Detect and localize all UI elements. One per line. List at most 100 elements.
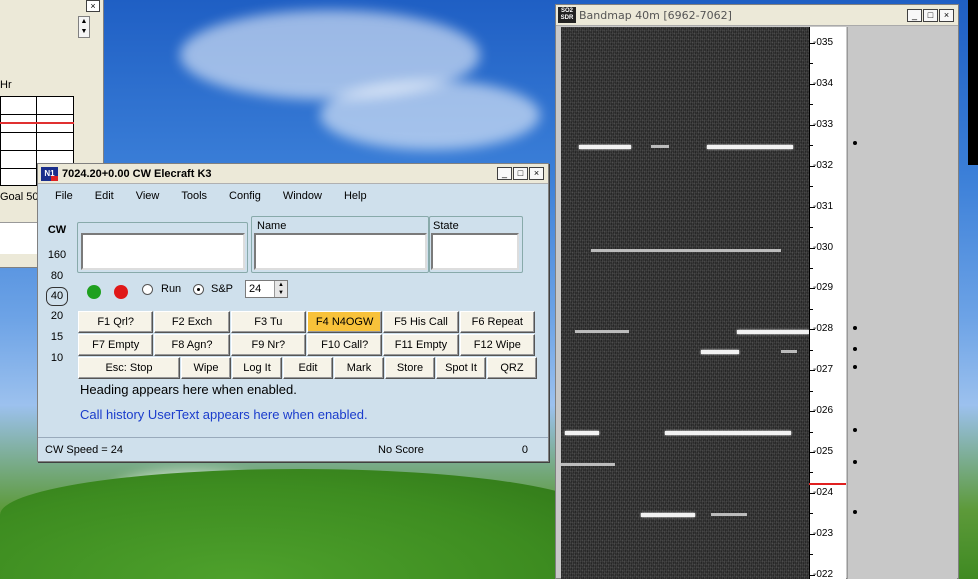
fkey-f11[interactable]: F11 Empty — [383, 334, 459, 356]
waterfall-display[interactable] — [561, 27, 809, 579]
cw-signal-trace — [707, 145, 793, 149]
bandmap-titlebar[interactable]: SO2 SDR Bandmap 40m [6962-7062] _ □ × — [556, 5, 958, 26]
cw-signal-trace — [701, 350, 739, 354]
band-15[interactable]: 15 — [42, 327, 72, 348]
run-label: Run — [161, 283, 182, 295]
score-status: No Score — [378, 443, 424, 456]
scale-minor-tick — [810, 349, 813, 351]
menu-config[interactable]: Config — [218, 190, 272, 202]
wipe-button[interactable]: Wipe — [181, 357, 231, 379]
call-input[interactable] — [81, 233, 245, 270]
esc-stop-button[interactable]: Esc: Stop — [78, 357, 180, 379]
band-40[interactable]: 40 — [46, 287, 68, 306]
scale-minor-tick — [810, 63, 813, 65]
mark-button[interactable]: Mark — [334, 357, 384, 379]
scale-minor-tick — [810, 390, 813, 392]
fkey-row-2: F7 Empty F8 Agn? F9 Nr? F10 Call? F11 Em… — [78, 334, 536, 356]
menu-file[interactable]: File — [38, 190, 84, 202]
close-icon[interactable]: × — [529, 167, 544, 180]
entry-window-titlebar[interactable]: N1 7024.20+0.00 CW Elecraft K3 _ □ × — [38, 164, 548, 184]
cw-signal-trace — [591, 249, 781, 252]
name-label: Name — [257, 220, 287, 232]
fkey-f3[interactable]: F3 Tu — [230, 311, 306, 333]
scale-minor-tick — [810, 513, 813, 515]
cw-signal-trace — [651, 145, 669, 148]
spot-column[interactable] — [847, 27, 957, 579]
scale-minor-tick — [810, 267, 813, 269]
green-led-icon — [87, 285, 101, 299]
spot-dot — [853, 428, 857, 432]
state-input[interactable] — [431, 233, 519, 270]
fkey-f2[interactable]: F2 Exch — [154, 311, 230, 333]
band-selector: CW 160 80 40 20 15 10 — [42, 224, 72, 369]
close-icon[interactable]: × — [939, 9, 954, 22]
band-10[interactable]: 10 — [42, 348, 72, 369]
fkey-f5[interactable]: F5 His Call — [383, 311, 459, 333]
count-status: 0 — [521, 443, 528, 456]
scale-minor-tick — [810, 145, 813, 147]
store-button[interactable]: Store — [385, 357, 435, 379]
fkey-f4[interactable]: F4 N4OGW — [306, 311, 383, 333]
goal-line — [0, 122, 74, 124]
cloud — [320, 80, 540, 150]
fkey-f12[interactable]: F12 Wipe — [459, 334, 535, 356]
fkey-f9[interactable]: F9 Nr? — [230, 334, 306, 356]
entry-window[interactable]: N1 7024.20+0.00 CW Elecraft K3 _ □ × Fil… — [37, 163, 549, 462]
spinner-arrows-icon[interactable]: ▲ ▼ — [274, 281, 287, 297]
scale-label: -028 — [813, 323, 834, 335]
bandmap-window-controls: _ □ × — [907, 9, 954, 22]
fkey-f1[interactable]: F1 Qrl? — [78, 311, 154, 333]
menu-edit[interactable]: Edit — [84, 190, 125, 202]
bandmap-title: Bandmap 40m [6962-7062] — [579, 8, 732, 22]
minimize-icon[interactable]: _ — [907, 9, 922, 22]
band-80[interactable]: 80 — [42, 266, 72, 287]
name-input[interactable] — [254, 233, 427, 270]
scale-minor-tick — [810, 472, 813, 474]
edit-button[interactable]: Edit — [283, 357, 333, 379]
window-title: 7024.20+0.00 CW Elecraft K3 — [62, 167, 212, 180]
menu-window[interactable]: Window — [272, 190, 333, 202]
bandmap-window[interactable]: SO2 SDR Bandmap 40m [6962-7062] _ □ × -0… — [555, 4, 959, 579]
spot-dot — [853, 365, 857, 369]
desktop-hill — [0, 469, 600, 579]
function-keys: F1 Qrl? F2 Exch F3 Tu F4 N4OGW F5 His Ca… — [78, 311, 537, 380]
menu-bar: File Edit View Tools Config Window Help — [38, 186, 378, 206]
goal-label: Goal 50 — [0, 191, 39, 203]
fkey-f7[interactable]: F7 Empty — [78, 334, 154, 356]
log-it-button[interactable]: Log It — [232, 357, 282, 379]
qrz-button[interactable]: QRZ — [487, 357, 537, 379]
maximize-icon[interactable]: □ — [513, 167, 528, 180]
scale-label: -026 — [813, 405, 834, 417]
fkey-f6[interactable]: F6 Repeat — [459, 311, 535, 333]
call-history-text: Call history UserText appears here when … — [80, 407, 368, 422]
menu-view[interactable]: View — [125, 190, 171, 202]
band-20[interactable]: 20 — [42, 306, 72, 327]
run-radio[interactable] — [142, 284, 153, 295]
scale-minor-tick — [810, 186, 813, 188]
speed-value: 24 — [249, 283, 262, 295]
spot-dot — [853, 347, 857, 351]
maximize-icon[interactable]: □ — [923, 9, 938, 22]
status-bar: CW Speed = 24 No Score 0 — [38, 437, 548, 461]
scale-label: -025 — [813, 446, 834, 457]
sp-radio[interactable] — [193, 284, 204, 295]
scale-label: -031 — [813, 200, 834, 212]
scale-minor-tick — [810, 431, 813, 433]
menu-tools[interactable]: Tools — [170, 190, 218, 202]
close-icon[interactable]: × — [86, 0, 100, 12]
cw-signal-trace — [561, 463, 615, 466]
fkey-f8[interactable]: F8 Agn? — [154, 334, 230, 356]
speed-spinner[interactable]: 24 ▲ ▼ — [245, 280, 288, 298]
spot-dot — [853, 460, 857, 464]
spinner-control[interactable]: ▲ ▼ — [78, 16, 90, 38]
window-controls: _ □ × — [497, 167, 544, 180]
menu-help[interactable]: Help — [333, 190, 378, 202]
minimize-icon[interactable]: _ — [497, 167, 512, 180]
cw-signal-trace — [737, 330, 809, 334]
scale-minor-tick — [810, 308, 813, 310]
scale-label: -023 — [813, 527, 834, 539]
spot-it-button[interactable]: Spot It — [436, 357, 486, 379]
fkey-f10[interactable]: F10 Call? — [306, 334, 383, 356]
scale-minor-tick — [810, 104, 813, 106]
band-160[interactable]: 160 — [42, 245, 72, 266]
